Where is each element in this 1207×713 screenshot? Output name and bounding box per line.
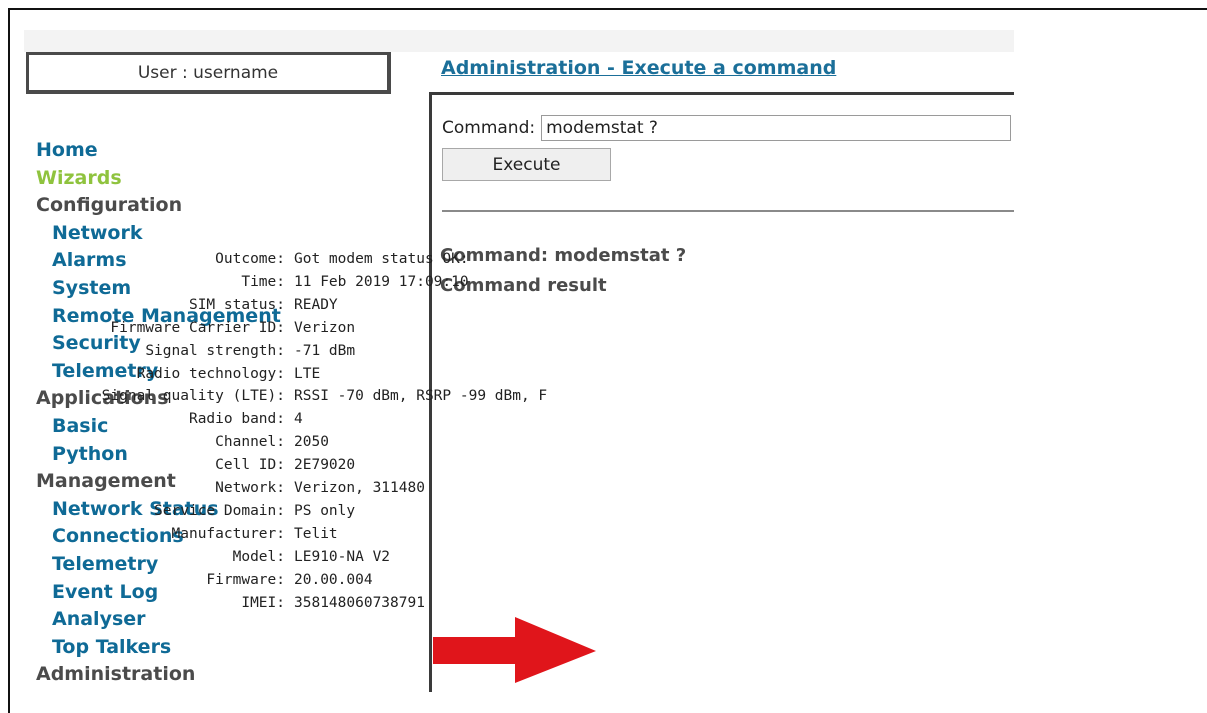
sidebar-item-network[interactable]: Network — [36, 220, 281, 248]
output-row: Signal quality (LTE): RSSI -70 dBm, RSRP … — [38, 385, 548, 408]
output-row: Outcome: Got modem status OK: — [38, 248, 547, 271]
command-label: Command: — [442, 118, 536, 138]
output-key: Signal strength: — [145, 342, 285, 359]
command-row: Command: — [442, 115, 1012, 141]
sidebar-item-top-talkers[interactable]: Top Talkers — [36, 634, 281, 662]
output-row: Firmware Carrier ID: Verizon — [38, 317, 547, 340]
command-output: Outcome: Got modem status OK: Time: 11 Feb … — [38, 248, 548, 615]
output-row: Radio technology: LTE — [38, 363, 547, 386]
user-label: User : username — [137, 62, 279, 83]
header-band — [24, 30, 1014, 52]
output-row: Channel: 2050 — [38, 431, 547, 454]
output-row: Cell ID: 2E79020 — [38, 454, 547, 477]
output-row: Firmware: 20.00.004 — [38, 569, 547, 592]
output-value: -71 dBm — [294, 342, 356, 359]
divider — [442, 210, 1014, 212]
output-value: 358148060738791 — [294, 594, 425, 611]
output-key: Time: — [241, 273, 285, 290]
arrow-shape — [433, 617, 596, 683]
user-box: User : username — [26, 52, 391, 94]
output-value: READY — [294, 296, 338, 313]
output-key: Model: — [232, 548, 285, 565]
output-value: Got modem status OK: — [294, 251, 469, 267]
execute-button[interactable]: Execute — [442, 148, 611, 181]
output-row: SIM status: READY — [38, 294, 547, 317]
output-row: Signal strength: -71 dBm — [38, 340, 547, 363]
output-value: 11 Feb 2019 17:09:10 — [294, 273, 469, 290]
output-value: 2E79020 — [294, 457, 356, 474]
output-key: Radio band: — [188, 411, 285, 428]
sidebar-item-configuration[interactable]: Configuration — [36, 192, 281, 220]
output-value: 20.00.004 — [294, 571, 373, 588]
page-title[interactable]: Administration - Execute a command — [441, 57, 836, 79]
output-value: 2050 — [294, 434, 329, 451]
output-value: LE910-NA V2 — [294, 548, 391, 565]
output-value: PS only — [294, 502, 356, 519]
output-key: Cell ID: — [215, 457, 285, 474]
output-value: Telit — [294, 525, 338, 542]
output-key: Outcome: — [215, 251, 285, 267]
output-value: Verizon — [294, 319, 356, 336]
output-key: IMEI: — [241, 594, 285, 611]
output-value: Verizon, 311480 — [294, 480, 425, 497]
output-row: Service Domain: PS only — [38, 500, 547, 523]
output-key: Firmware: — [206, 571, 285, 588]
output-key: SIM status: — [188, 296, 285, 313]
command-input[interactable] — [541, 115, 1012, 141]
red-arrow-annotation — [433, 617, 596, 683]
output-value: 4 — [294, 411, 303, 428]
output-value: RSSI -70 dBm, RSRP -99 dBm, F — [294, 388, 548, 405]
output-key: Network: — [215, 480, 285, 497]
sidebar-item-home[interactable]: Home — [36, 137, 281, 165]
output-value: LTE — [294, 365, 321, 382]
sidebar-item-administration[interactable]: Administration — [36, 661, 281, 689]
sidebar-item-wizards[interactable]: Wizards — [36, 165, 281, 193]
output-row: IMEI: 358148060738791 — [38, 592, 547, 615]
output-key: Radio technology: — [136, 365, 285, 382]
output-key: Firmware Carrier ID: — [110, 319, 285, 336]
output-key: Signal quality (LTE): — [101, 388, 285, 405]
output-row: Time: 11 Feb 2019 17:09:10 — [38, 271, 547, 294]
output-key: Service Domain: — [154, 502, 285, 519]
output-row: Manufacturer: Telit — [38, 523, 547, 546]
output-row: Network: Verizon, 311480 — [38, 477, 547, 500]
output-row: Model: LE910-NA V2 — [38, 546, 547, 569]
output-row: Radio band: 4 — [38, 408, 547, 431]
output-key: Manufacturer: — [171, 525, 286, 542]
output-key: Channel: — [215, 434, 285, 451]
